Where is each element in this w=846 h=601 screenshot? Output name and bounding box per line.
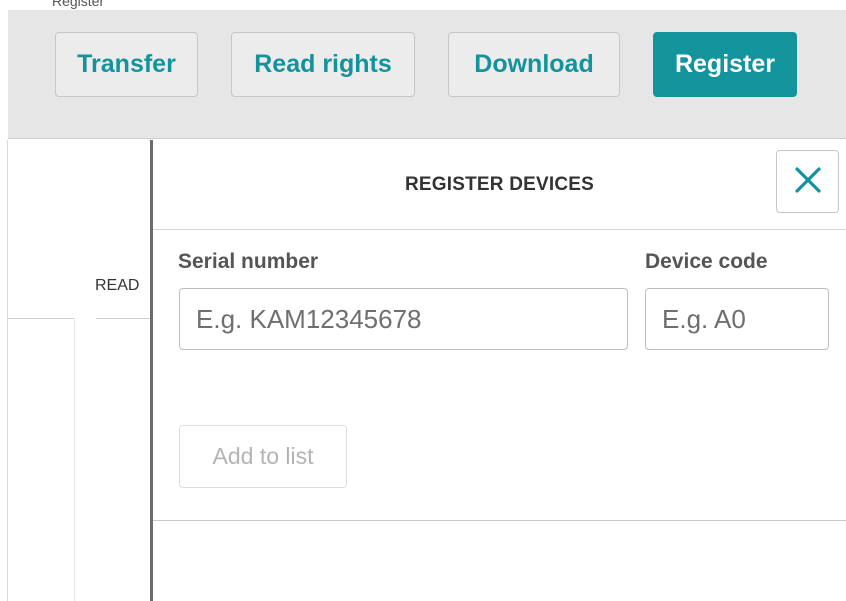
transfer-button[interactable]: Transfer bbox=[55, 32, 198, 97]
left-edge bbox=[0, 140, 8, 601]
download-button[interactable]: Download bbox=[448, 32, 620, 97]
top-strip: Register bbox=[0, 0, 846, 10]
table-header-divider bbox=[96, 318, 152, 319]
background-table: READ bbox=[8, 140, 152, 601]
panel-title: REGISTER DEVICES bbox=[153, 140, 846, 230]
register-button[interactable]: Register bbox=[653, 32, 797, 97]
table-header-divider bbox=[8, 318, 75, 319]
app-window: Register Transfer Read rights Download R… bbox=[0, 0, 846, 601]
add-to-list-button[interactable]: Add to list bbox=[179, 425, 347, 488]
toolbar: Transfer Read rights Download Register bbox=[8, 10, 846, 139]
table-column-divider bbox=[74, 318, 75, 601]
serial-number-label: Serial number bbox=[178, 250, 319, 273]
read-rights-button[interactable]: Read rights bbox=[231, 32, 415, 97]
column-header-read[interactable]: READ bbox=[95, 277, 139, 295]
serial-number-input[interactable] bbox=[179, 288, 628, 350]
device-code-input[interactable] bbox=[645, 288, 829, 350]
top-strip-text: Register bbox=[52, 0, 105, 9]
close-button[interactable] bbox=[776, 150, 839, 213]
close-icon bbox=[793, 165, 823, 198]
panel-divider bbox=[153, 520, 846, 521]
device-code-label: Device code bbox=[645, 250, 768, 273]
register-devices-panel: REGISTER DEVICES Serial number Device co… bbox=[150, 140, 846, 601]
